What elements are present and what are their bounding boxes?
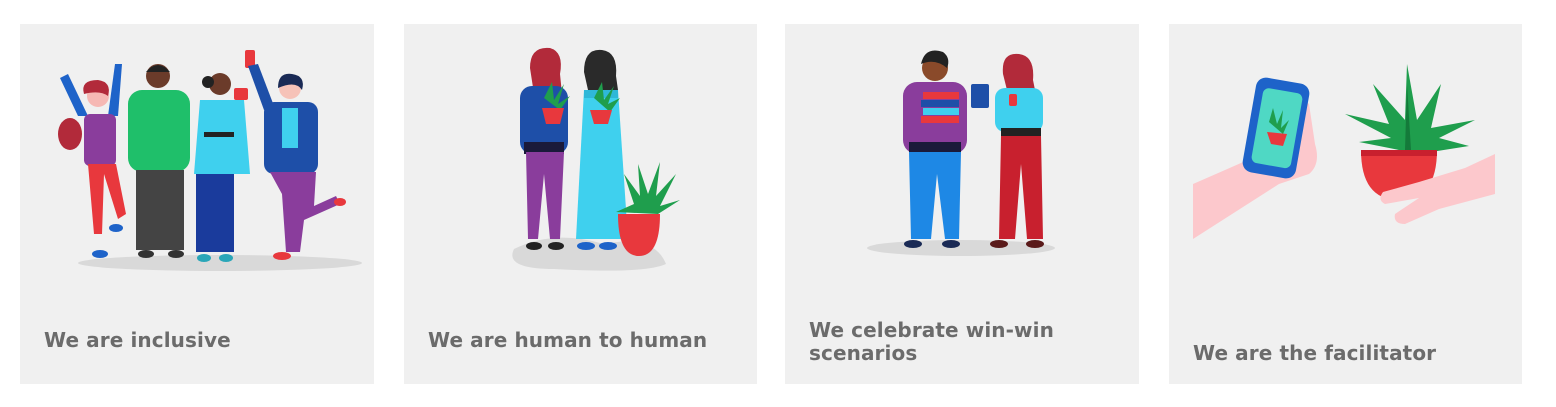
card-title: We are the facilitator (1193, 341, 1437, 365)
two-women-with-plants-illustration (512, 47, 680, 271)
card-title: We are inclusive (44, 328, 231, 352)
value-card-human-to-human[interactable]: We are human to human (404, 24, 757, 384)
hands-phone-plant-illustration (1193, 64, 1495, 239)
value-card-inclusive[interactable]: We are inclusive (20, 24, 374, 384)
card-title: We are human to human (428, 328, 708, 352)
card-title: We celebrate win-win scenarios (809, 318, 1054, 365)
value-card-win-win[interactable]: We celebrate win-win scenarios (785, 24, 1139, 384)
value-card-facilitator[interactable]: We are the facilitator (1169, 24, 1522, 384)
group-of-people-illustration (58, 50, 362, 271)
two-people-exchanging-illustration (867, 50, 1055, 256)
